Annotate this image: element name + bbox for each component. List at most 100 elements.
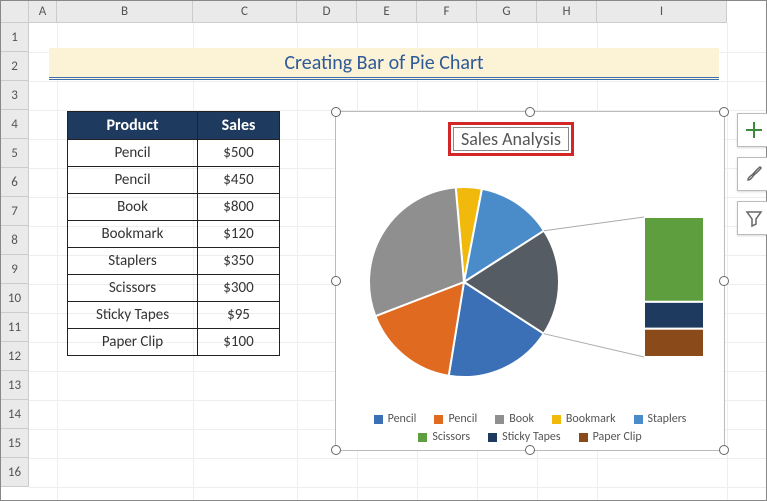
row-header-13[interactable]: 13 [1, 371, 28, 400]
table-row[interactable]: Book$800 [68, 194, 280, 221]
legend-swatch [434, 415, 443, 424]
legend-item[interactable]: Pencil [434, 412, 477, 426]
cell-sales[interactable]: $800 [198, 194, 280, 221]
table-row[interactable]: Staplers$350 [68, 248, 280, 275]
legend-item[interactable]: Bookmark [552, 412, 616, 426]
bar-segment-Paper Clip[interactable] [644, 329, 704, 357]
resize-handle-bl[interactable] [331, 445, 341, 455]
resize-handle-br[interactable] [719, 445, 729, 455]
row-header-5[interactable]: 5 [1, 139, 28, 168]
resize-handle-tc[interactable] [525, 107, 535, 117]
cell-sales[interactable]: $350 [198, 248, 280, 275]
legend-item[interactable]: Paper Clip [579, 430, 642, 444]
table-row[interactable]: Pencil$450 [68, 167, 280, 194]
chart-side-tools [737, 113, 767, 235]
row-header-16[interactable]: 16 [1, 458, 28, 487]
row-header-11[interactable]: 11 [1, 313, 28, 342]
worksheet-area[interactable]: Creating Bar of Pie Chart Product Sales … [29, 23, 766, 500]
row-header-2[interactable]: 2 [1, 52, 28, 81]
legend-label: Paper Clip [593, 430, 642, 444]
cell-sales[interactable]: $500 [198, 140, 280, 167]
column-header-A[interactable]: A [29, 1, 57, 22]
legend-item[interactable]: Sticky Tapes [488, 430, 561, 444]
row-header-8[interactable]: 8 [1, 226, 28, 255]
column-header-C[interactable]: C [193, 1, 297, 22]
cell-sales[interactable]: $300 [198, 275, 280, 302]
chart-title[interactable]: Sales Analysis [448, 122, 574, 156]
resize-handle-mr[interactable] [719, 276, 729, 286]
chart-object[interactable]: Sales Analysis Pencil Pencil Book Bookmark S… [335, 111, 725, 451]
column-header-G[interactable]: G [477, 1, 537, 22]
bar-segment-Sticky Tapes[interactable] [644, 302, 704, 329]
chart-elements-button[interactable] [737, 113, 767, 147]
table-row[interactable]: Paper Clip$100 [68, 329, 280, 356]
column-header-B[interactable]: B [57, 1, 193, 22]
column-header-H[interactable]: H [537, 1, 597, 22]
legend-item[interactable]: Pencil [374, 412, 417, 426]
sheet-title-text: Creating Bar of Pie Chart [284, 51, 483, 75]
resize-handle-bc[interactable] [525, 445, 535, 455]
select-all-corner[interactable] [1, 1, 29, 22]
connector-line [544, 334, 644, 357]
legend-item[interactable]: Book [495, 412, 534, 426]
chart-styles-button[interactable] [737, 157, 767, 191]
row-header-15[interactable]: 15 [1, 429, 28, 458]
column-header-E[interactable]: E [357, 1, 417, 22]
cell-product[interactable]: Pencil [68, 167, 198, 194]
legend-label: Scissors [432, 430, 470, 444]
cell-product[interactable]: Scissors [68, 275, 198, 302]
table-row[interactable]: Pencil$500 [68, 140, 280, 167]
column-header-row: ABCDEFGHI [1, 1, 727, 23]
row-header-4[interactable]: 4 [1, 110, 28, 139]
funnel-icon [744, 208, 764, 228]
table-row[interactable]: Sticky Tapes$95 [68, 302, 280, 329]
legend-item[interactable]: Scissors [418, 430, 470, 444]
cell-product[interactable]: Sticky Tapes [68, 302, 198, 329]
row-header-10[interactable]: 10 [1, 284, 28, 313]
resize-handle-ml[interactable] [331, 276, 341, 286]
row-header-6[interactable]: 6 [1, 168, 28, 197]
column-header-D[interactable]: D [297, 1, 357, 22]
chart-legend[interactable]: Pencil Pencil Book Bookmark Staplers Scissors… [346, 412, 714, 444]
col-header-sales[interactable]: Sales [198, 112, 280, 140]
cell-sales[interactable]: $450 [198, 167, 280, 194]
legend-swatch [488, 433, 497, 442]
brush-icon [744, 164, 764, 184]
legend-label: Pencil [388, 412, 417, 426]
chart-plot-area[interactable] [344, 162, 718, 402]
row-header-12[interactable]: 12 [1, 342, 28, 371]
legend-label: Pencil [448, 412, 477, 426]
resize-handle-tl[interactable] [331, 107, 341, 117]
bar-segment-Scissors[interactable] [644, 217, 704, 302]
column-header-F[interactable]: F [417, 1, 477, 22]
cell-product[interactable]: Staplers [68, 248, 198, 275]
cell-product[interactable]: Book [68, 194, 198, 221]
cell-sales[interactable]: $100 [198, 329, 280, 356]
row-header-3[interactable]: 3 [1, 81, 28, 110]
legend-swatch [495, 415, 504, 424]
cell-sales[interactable]: $120 [198, 221, 280, 248]
legend-swatch [418, 433, 427, 442]
data-table[interactable]: Product Sales Pencil$500Pencil$450Book$8… [67, 111, 280, 356]
cell-sales[interactable]: $95 [198, 302, 280, 329]
chart-title-text: Sales Analysis [461, 128, 561, 150]
legend-label: Bookmark [566, 412, 616, 426]
legend-item[interactable]: Staplers [634, 412, 687, 426]
cell-product[interactable]: Paper Clip [68, 329, 198, 356]
cell-product[interactable]: Bookmark [68, 221, 198, 248]
legend-label: Staplers [648, 412, 687, 426]
table-row[interactable]: Scissors$300 [68, 275, 280, 302]
chart-filters-button[interactable] [737, 201, 767, 235]
legend-label: Sticky Tapes [502, 430, 561, 444]
row-header-7[interactable]: 7 [1, 197, 28, 226]
row-header-9[interactable]: 9 [1, 255, 28, 284]
column-header-I[interactable]: I [597, 1, 727, 22]
row-header-1[interactable]: 1 [1, 23, 28, 52]
cell-product[interactable]: Pencil [68, 140, 198, 167]
legend-swatch [579, 433, 588, 442]
col-header-product[interactable]: Product [68, 112, 198, 140]
legend-label: Book [509, 412, 534, 426]
resize-handle-tr[interactable] [719, 107, 729, 117]
table-row[interactable]: Bookmark$120 [68, 221, 280, 248]
row-header-14[interactable]: 14 [1, 400, 28, 429]
